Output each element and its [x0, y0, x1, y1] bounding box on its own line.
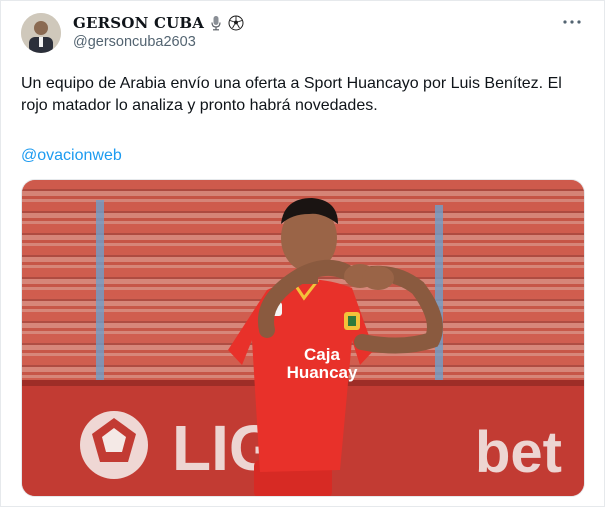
microphone-icon: [208, 15, 224, 31]
author-name-row: GERSON CUBA: [73, 13, 244, 33]
author-handle[interactable]: @gersoncuba2603: [73, 34, 196, 50]
tweet-text: Un equipo de Arabia envío una oferta a S…: [21, 75, 562, 114]
jersey-sponsor-line2: Huancay: [287, 363, 358, 382]
board-right-text: bet: [475, 420, 562, 485]
liga-logo: [80, 411, 148, 479]
soccer-ball-icon: [228, 15, 244, 31]
tweet-photo[interactable]: LIG bet Caja Huancay: [21, 179, 585, 497]
more-options-icon[interactable]: [560, 10, 584, 34]
author-display-name[interactable]: GERSON CUBA: [73, 14, 204, 32]
jersey-sponsor-line1: Caja: [304, 345, 340, 364]
mention-link[interactable]: @ovacionweb: [21, 145, 122, 167]
avatar[interactable]: [21, 13, 61, 53]
tweet-card[interactable]: GERSON CUBA @gersoncuba2603 Un equipo de…: [0, 0, 605, 507]
